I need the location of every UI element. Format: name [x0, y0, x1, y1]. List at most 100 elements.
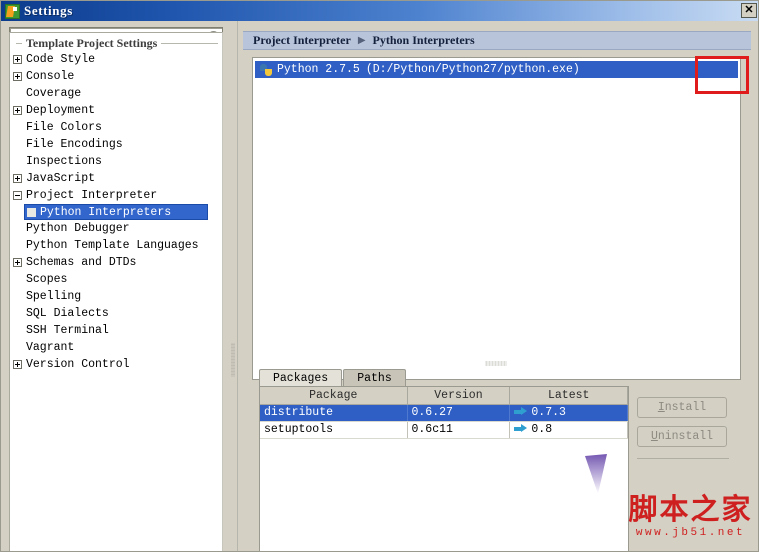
sidebar-item-label: Schemas and DTDs	[26, 256, 137, 269]
sidebar-item-vagrant[interactable]: Vagrant	[10, 339, 222, 356]
sidebar-item-inspections[interactable]: Inspections	[10, 153, 222, 170]
sidebar-item-label: Console	[26, 70, 75, 83]
breadcrumb-parent[interactable]: Project Interpreter	[253, 33, 351, 48]
sidebar-item-label: SQL Dialects	[26, 307, 109, 320]
watermark-url: www.jb51.net	[635, 527, 746, 539]
install-button[interactable]: Install	[637, 397, 727, 418]
interpreter-name: Python 2.7.5	[277, 63, 360, 76]
upgrade-arrow-icon	[514, 424, 528, 433]
sidebar-item-deployment[interactable]: Deployment	[10, 102, 222, 119]
expand-icon[interactable]	[13, 174, 22, 183]
sidebar-item-python-debugger[interactable]: Python Debugger	[10, 220, 222, 237]
sidebar-item-schemas-and-dtds[interactable]: Schemas and DTDs	[10, 254, 222, 271]
sidebar-item-label: File Encodings	[26, 138, 123, 151]
cursor-artifact	[585, 454, 607, 494]
horizontal-splitter-grip[interactable]	[485, 361, 507, 366]
close-icon[interactable]: ✕	[741, 3, 757, 18]
sidebar-item-file-encodings[interactable]: File Encodings	[10, 136, 222, 153]
sidebar-item-javascript[interactable]: JavaScript	[10, 170, 222, 187]
latest-version-label: 0.8	[531, 423, 553, 436]
sidebar-item-scopes[interactable]: Scopes	[10, 271, 222, 288]
sidebar-item-label: Vagrant	[26, 341, 75, 354]
expand-icon[interactable]	[13, 258, 22, 267]
packages-panel[interactable]: Package Version Latest distribute 0.6.27 0…	[259, 386, 629, 551]
sidebar-item-python-template-languages[interactable]: Python Template Languages	[10, 237, 222, 254]
vertical-splitter[interactable]	[229, 21, 243, 551]
install-label: nstall	[664, 401, 707, 414]
sidebar-item-label: File Colors	[26, 121, 102, 134]
tab-paths[interactable]: Paths	[343, 369, 406, 387]
cell-latest: 0.8	[509, 421, 628, 439]
breadcrumb: Project Interpreter ▶ Python Interpreter…	[243, 31, 751, 50]
chevron-right-icon: ▶	[357, 35, 366, 46]
collapse-icon[interactable]	[13, 191, 22, 200]
expand-icon[interactable]	[13, 106, 22, 115]
settings-dialog: Settings ✕ ✕ Template Project Settings C…	[0, 0, 759, 552]
sidebar-item-label: Coverage	[26, 87, 82, 100]
column-header-package[interactable]: Package	[260, 387, 408, 405]
sidebar-item-label: JavaScript	[26, 172, 96, 185]
interpreter-list[interactable]: Python 2.7.5 (D:/Python/Python27/python.…	[252, 57, 741, 380]
sidebar-item-spelling[interactable]: Spelling	[10, 288, 222, 305]
sidebar-item-project-interpreter[interactable]: Project Interpreter	[10, 187, 222, 204]
bottom-tabs: Packages Paths	[259, 368, 407, 387]
sidebar-item-code-style[interactable]: Code Style	[10, 51, 222, 68]
uninstall-button[interactable]: Uninstall	[637, 426, 727, 447]
cell-version: 0.6.27	[407, 404, 511, 422]
window-title: Settings	[24, 3, 73, 18]
sidebar-item-console[interactable]: Console	[10, 68, 222, 85]
expand-icon[interactable]	[13, 55, 22, 64]
cell-latest: 0.7.3	[509, 404, 628, 422]
pycharm-icon	[5, 3, 20, 19]
interpreter-path: (D:/Python/Python27/python.exe)	[365, 63, 580, 76]
uninstall-mnemonic: U	[650, 430, 658, 443]
cell-package: setuptools	[260, 421, 408, 439]
uninstall-label: ninstall	[657, 430, 714, 443]
sidebar-item-label: Deployment	[26, 104, 96, 117]
upgrade-arrow-icon	[514, 407, 528, 416]
tab-packages[interactable]: Packages	[259, 369, 343, 387]
table-row[interactable]: setuptools 0.6c11 0.8	[260, 421, 628, 439]
sidebar-item-label: Python Debugger	[26, 222, 130, 235]
sidebar-item-sql-dialects[interactable]: SQL Dialects	[10, 305, 222, 322]
sidebar-item-file-colors[interactable]: File Colors	[10, 119, 222, 136]
packages-table: Package Version Latest distribute 0.6.27 0…	[260, 387, 628, 439]
annotation-highlight-rect	[695, 56, 749, 94]
expand-icon[interactable]	[13, 360, 22, 369]
interpreter-list-item[interactable]: Python 2.7.5 (D:/Python/Python27/python.…	[255, 61, 738, 78]
expand-icon[interactable]	[13, 72, 22, 81]
sidebar-item-label: Python Template Languages	[26, 239, 199, 252]
cell-package: distribute	[260, 404, 408, 422]
sidebar-item-label: Spelling	[26, 290, 82, 303]
tree-spacer	[27, 207, 36, 217]
splitter-grip[interactable]	[231, 343, 235, 377]
sidebar-item-ssh-terminal[interactable]: SSH Terminal	[10, 322, 222, 339]
watermark-text: 脚本之家	[628, 494, 753, 526]
sidebar-item-python-interpreters[interactable]: Python Interpreters	[24, 204, 208, 220]
breadcrumb-current: Python Interpreters	[372, 33, 475, 47]
title-bar: Settings ✕	[1, 1, 758, 21]
column-header-latest[interactable]: Latest	[509, 387, 628, 405]
table-header-row: Package Version Latest	[260, 387, 628, 405]
table-row[interactable]: distribute 0.6.27 0.7.3	[260, 404, 628, 422]
column-header-version[interactable]: Version	[407, 387, 511, 405]
sidebar-item-label: Inspections	[26, 155, 102, 168]
sidebar-item-label: Scopes	[26, 273, 68, 286]
watermark: 脚本之家 www.jb51.net	[623, 494, 758, 540]
settings-tree[interactable]: Template Project Settings Code Style Cons…	[9, 32, 223, 551]
tree-group-label: Template Project Settings	[26, 35, 158, 50]
sidebar-item-version-control[interactable]: Version Control	[10, 356, 222, 373]
sidebar-item-coverage[interactable]: Coverage	[10, 85, 222, 102]
sidebar-item-label: Code Style	[26, 53, 96, 66]
